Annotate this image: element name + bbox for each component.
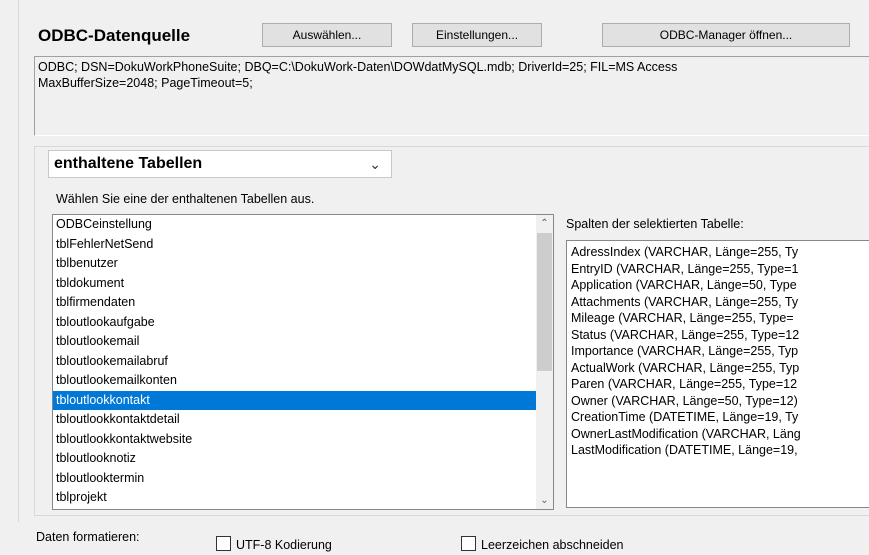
connection-string-field[interactable]: ODBC; DSN=DokuWorkPhoneSuite; DBQ=C:\Dok… <box>34 56 869 136</box>
column-list-item[interactable]: Mileage (VARCHAR, Länge=255, Type= <box>571 310 869 327</box>
column-list-item[interactable]: Application (VARCHAR, Länge=50, Type <box>571 277 869 294</box>
table-list-item[interactable]: tbloutlookkontakt <box>53 390 553 410</box>
columns-label: Spalten der selektierten Tabelle: <box>566 217 744 231</box>
utf8-checkbox-label: UTF-8 Kodierung <box>236 538 332 552</box>
select-datasource-button[interactable]: Auswählen... <box>262 23 392 47</box>
column-list-item[interactable]: CreationTime (DATETIME, Länge=19, Ty <box>571 409 869 426</box>
table-list-item[interactable]: tblbenutzer <box>53 254 553 274</box>
tables-list: ODBCeinstellung tblFehlerNetSend tblbenutz… <box>53 215 553 508</box>
columns-list: AdressIndex (VARCHAR, Länge=255, Ty Entry… <box>571 244 869 459</box>
table-list-item[interactable]: tblprojekt <box>53 488 553 508</box>
table-list-item[interactable]: tbloutlookemailabruf <box>53 352 553 372</box>
columns-listbox[interactable]: AdressIndex (VARCHAR, Länge=255, Ty Entry… <box>566 240 869 508</box>
column-list-item[interactable]: OwnerLastModification (VARCHAR, Läng <box>571 426 869 443</box>
column-list-item[interactable]: Owner (VARCHAR, Länge=50, Type=12) <box>571 393 869 410</box>
table-list-item[interactable]: ODBCeinstellung <box>53 215 553 235</box>
table-list-item[interactable]: tbloutlookkontaktwebsite <box>53 430 553 450</box>
column-list-item[interactable]: Status (VARCHAR, Länge=255, Type=12 <box>571 327 869 344</box>
settings-button[interactable]: Einstellungen... <box>412 23 542 47</box>
open-odbc-manager-button[interactable]: ODBC-Manager öffnen... <box>602 23 850 47</box>
table-list-item[interactable]: tbloutlookemail <box>53 332 553 352</box>
arrow-down-icon[interactable]: ⌄ <box>536 492 553 509</box>
trim-checkbox[interactable]: Leerzeichen abschneiden <box>461 536 623 552</box>
odbc-section-title: ODBC-Datenquelle <box>38 26 191 45</box>
table-list-item[interactable]: tbloutlookaufgabe <box>53 313 553 333</box>
table-list-item[interactable]: tbloutlooktermin <box>53 469 553 489</box>
arrow-up-icon[interactable]: ⌃ <box>536 215 553 232</box>
scroll-thumb[interactable] <box>537 233 552 371</box>
column-list-item[interactable]: Attachments (VARCHAR, Länge=255, Ty <box>571 294 869 311</box>
table-mode-value: enthaltene Tabellen <box>54 155 203 172</box>
table-list-item[interactable]: tblFehlerNetSend <box>53 235 553 255</box>
format-label: Daten formatieren: <box>36 530 140 544</box>
trim-checkbox-box[interactable] <box>461 536 476 551</box>
tables-listbox[interactable]: ODBCeinstellung tblFehlerNetSend tblbenutz… <box>52 214 554 510</box>
column-list-item[interactable]: Paren (VARCHAR, Länge=255, Type=12 <box>571 376 869 393</box>
utf8-checkbox-box[interactable] <box>216 536 231 551</box>
tables-scrollbar[interactable]: ⌃ ⌄ <box>536 215 553 509</box>
column-list-item[interactable]: EntryID (VARCHAR, Länge=255, Type=1 <box>571 261 869 278</box>
utf8-checkbox[interactable]: UTF-8 Kodierung <box>216 536 332 552</box>
column-list-item[interactable]: LastModification (DATETIME, Länge=19, <box>571 442 869 459</box>
column-list-item[interactable]: Importance (VARCHAR, Länge=255, Typ <box>571 343 869 360</box>
table-list-item[interactable]: tbloutlookkontaktdetail <box>53 410 553 430</box>
table-list-item[interactable]: tbldokument <box>53 274 553 294</box>
table-list-item[interactable]: tbloutlooknotiz <box>53 449 553 469</box>
trim-checkbox-label: Leerzeichen abschneiden <box>481 538 624 552</box>
column-list-item[interactable]: ActualWork (VARCHAR, Länge=255, Typ <box>571 360 869 377</box>
chevron-down-icon: ⌄ <box>369 156 381 172</box>
column-list-item[interactable]: AdressIndex (VARCHAR, Länge=255, Ty <box>571 244 869 261</box>
table-hint-label: Wählen Sie eine der enthaltenen Tabellen… <box>56 192 315 206</box>
table-list-item[interactable]: tbloutlookemailkonten <box>53 371 553 391</box>
table-list-item[interactable]: tblfirmendaten <box>53 293 553 313</box>
table-mode-dropdown[interactable]: enthaltene Tabellen ⌄ <box>48 150 392 178</box>
